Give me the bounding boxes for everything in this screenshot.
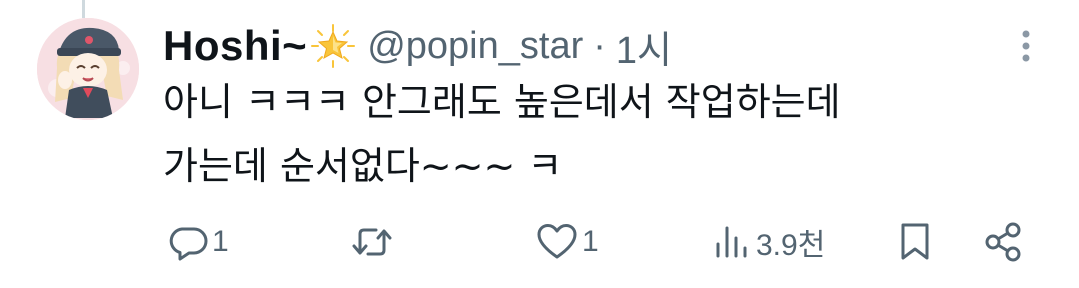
display-name[interactable]: Hoshi~ xyxy=(163,22,307,70)
action-bar: 1 1 3.9천 xyxy=(0,214,1079,270)
bookmark-button[interactable] xyxy=(895,214,935,270)
speech-bubble-icon xyxy=(169,227,208,261)
bookmark-icon xyxy=(901,223,929,260)
tweet-header: Hoshi~ @popin_star · 1시 xyxy=(163,14,672,78)
reply-count: 1 xyxy=(212,225,229,258)
avatar[interactable] xyxy=(37,18,139,120)
share-button[interactable] xyxy=(981,214,1025,270)
like-count: 1 xyxy=(582,225,599,258)
more-options-button[interactable] xyxy=(1016,26,1036,66)
like-button[interactable]: 1 xyxy=(536,214,599,270)
retweet-icon xyxy=(352,228,392,256)
reply-button[interactable]: 1 xyxy=(168,214,229,270)
avatar-image xyxy=(37,18,139,120)
sparkle-star-icon xyxy=(311,24,356,68)
views-count: 3.9천 xyxy=(756,229,826,262)
views-button[interactable]: 3.9천 xyxy=(712,214,825,270)
retweet-button[interactable] xyxy=(350,214,394,270)
separator-dot: · xyxy=(593,24,606,67)
vertical-ellipsis-icon xyxy=(1022,30,1030,62)
bar-chart-icon xyxy=(716,226,747,258)
tweet-text-line-2: 가는데 순서없다~~~ ㅋ xyxy=(163,144,563,188)
tweet-text-line-1: 아니 ㅋㅋㅋ 안그래도 높은데서 작업하는데 xyxy=(163,80,841,124)
tweet-text: 아니 ㅋㅋㅋ 안그래도 높은데서 작업하는데가는데 순서없다~~~ ㅋ xyxy=(163,70,1043,198)
timestamp[interactable]: 1시 xyxy=(616,19,672,74)
heart-icon xyxy=(537,224,577,259)
user-handle[interactable]: @popin_star xyxy=(367,25,583,68)
thread-connector-line xyxy=(82,0,85,18)
share-icon xyxy=(985,222,1021,262)
